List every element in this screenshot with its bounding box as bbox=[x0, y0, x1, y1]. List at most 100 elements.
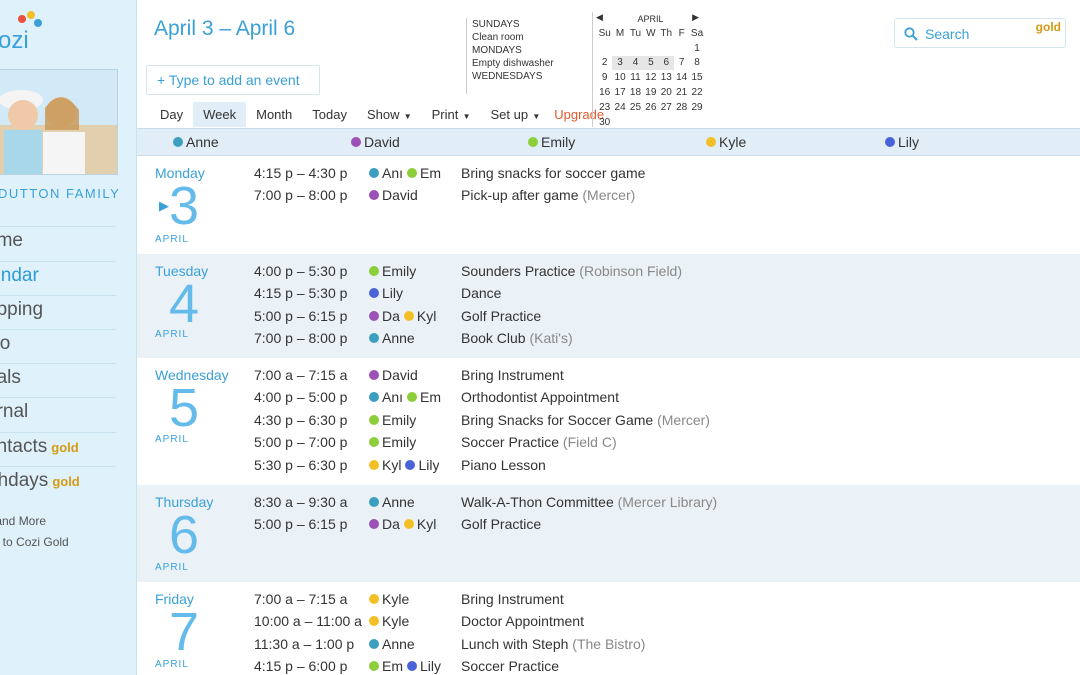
day-row: Friday 7 APRIL 7:00 a – 7:15 a Kyle Bring Ins… bbox=[137, 582, 1080, 675]
event-name: Dance bbox=[461, 285, 502, 302]
event-row[interactable]: 4:00 p – 5:00 p Anı Em Orthodontist Appoint… bbox=[137, 389, 1080, 411]
week-view-button[interactable]: Week bbox=[193, 101, 247, 127]
sidebar-nav-item[interactable]: opping bbox=[0, 295, 116, 329]
attendee-name: David bbox=[382, 367, 418, 383]
family-photo[interactable] bbox=[0, 69, 118, 175]
mini-calendar-day[interactable]: 8 bbox=[689, 56, 704, 71]
event-row[interactable]: 7:00 a – 7:15 a David Bring Instrument bbox=[137, 367, 1080, 389]
mini-calendar-day[interactable]: 27 bbox=[659, 100, 674, 115]
next-month-icon[interactable]: ▶ bbox=[692, 12, 699, 23]
sidebar-nav-item[interactable]: eals bbox=[0, 363, 116, 397]
event-row[interactable]: 4:00 p – 5:30 p Emily Sounders Practice (R… bbox=[137, 263, 1080, 285]
mini-calendar-day[interactable]: 11 bbox=[628, 70, 643, 85]
print-menu-label: Print bbox=[431, 106, 459, 122]
event-attendees: Kyl Lily bbox=[369, 457, 449, 473]
mini-calendar-day[interactable]: 13 bbox=[659, 70, 674, 85]
member-filter-bar: Anne David Emily Kyle Lily bbox=[137, 128, 1080, 156]
attendee-dot bbox=[403, 310, 414, 321]
mini-calendar-day[interactable]: 12 bbox=[643, 70, 658, 85]
search-label: Search bbox=[925, 26, 970, 42]
event-row[interactable]: 7:00 p – 8:00 p Anne Book Club (Kati's) bbox=[137, 330, 1080, 352]
sidebar-nav-item[interactable]: lendar bbox=[0, 261, 116, 295]
mini-calendar-day[interactable]: 2 bbox=[597, 56, 612, 71]
mini-calendar-day[interactable]: 16 bbox=[597, 85, 612, 100]
member-filter-lily[interactable]: Lily bbox=[885, 134, 919, 150]
mini-calendar-day[interactable]: 21 bbox=[674, 85, 689, 100]
mini-calendar-day[interactable]: 25 bbox=[628, 100, 643, 115]
attendee-name: Anne bbox=[382, 494, 415, 510]
sidebar-nav-item[interactable]: urnal bbox=[0, 397, 116, 431]
member-filter-kyle[interactable]: Kyle bbox=[706, 134, 746, 150]
mini-calendar-day[interactable]: 19 bbox=[643, 85, 658, 100]
attendee-name: Lily bbox=[420, 658, 442, 675]
mini-calendar-day[interactable]: 10 bbox=[612, 70, 627, 85]
mini-calendar-day[interactable]: 6 bbox=[658, 55, 674, 71]
gold-badge: gold bbox=[51, 440, 79, 455]
sidebar-nav-item[interactable]: ome bbox=[0, 226, 116, 260]
mini-calendar-day[interactable]: 14 bbox=[674, 70, 689, 85]
mini-calendar-day[interactable]: 18 bbox=[628, 85, 643, 100]
event-row[interactable]: 4:15 p – 4:30 p Anı Em Bring snacks for soc… bbox=[137, 165, 1080, 187]
event-title: Dance bbox=[461, 285, 501, 301]
mini-calendar-day[interactable]: 17 bbox=[612, 85, 627, 100]
chores-list: SUNDAYS Clean room MONDAYS Empty dishwasher… bbox=[466, 18, 586, 94]
event-row[interactable]: 5:00 p – 6:15 p Da Kyl Golf Practice bbox=[137, 308, 1080, 330]
mini-calendar-day[interactable]: 22 bbox=[689, 85, 704, 100]
attendee-dot bbox=[369, 190, 379, 201]
event-attendees: Anı Em bbox=[369, 165, 449, 181]
mini-calendar-day[interactable]: 1 bbox=[689, 41, 704, 56]
mini-calendar-day[interactable]: 15 bbox=[689, 70, 704, 85]
event-row[interactable]: 11:30 a – 1:00 p Anne Lunch with Steph (Th… bbox=[137, 636, 1080, 658]
mini-calendar-day[interactable]: 26 bbox=[643, 100, 658, 115]
event-row[interactable]: 8:30 a – 9:30 a Anne Walk-A-Thon Committee… bbox=[137, 494, 1080, 516]
sidebar-nav-label: Do bbox=[0, 333, 11, 354]
mini-calendar-day[interactable]: 3 bbox=[612, 55, 628, 71]
event-row[interactable]: 7:00 p – 8:00 p David Pick-up after game (… bbox=[137, 187, 1080, 209]
sidebar-nav-item[interactable]: rthdaysgold bbox=[0, 466, 116, 500]
event-location: (Mercer) bbox=[653, 411, 710, 428]
sidebar-link[interactable]: s and More bbox=[0, 514, 46, 528]
mini-calendar-day[interactable]: 20 bbox=[659, 85, 674, 100]
chore-item: Empty dishwasher bbox=[472, 58, 554, 69]
show-menu[interactable]: Show ▼ bbox=[357, 102, 422, 127]
sidebar-nav-label: ontacts bbox=[0, 436, 48, 457]
sidebar-nav-item[interactable]: Do bbox=[0, 329, 116, 363]
member-filter-emily[interactable]: Emily bbox=[528, 134, 575, 150]
event-time: 4:15 p – 6:00 p bbox=[254, 658, 348, 675]
cozi-logo[interactable]: ozi bbox=[0, 10, 60, 54]
mini-calendar-day[interactable]: 9 bbox=[597, 70, 612, 85]
sidebar-nav-item[interactable]: ontactsgold bbox=[0, 432, 116, 466]
member-filter-david[interactable]: David bbox=[351, 134, 400, 150]
event-time: 4:00 p – 5:00 p bbox=[254, 389, 348, 406]
event-row[interactable]: 4:15 p – 5:30 p Lily Dance bbox=[137, 285, 1080, 307]
mini-calendar: ◀ APRIL ▶ Su M Tu W Th F Sa 1 2 3 4 5 6 7 8 9 10 11 12 13 14… bbox=[592, 12, 707, 128]
attendee-dot bbox=[405, 459, 416, 470]
mini-calendar-day[interactable]: 5 bbox=[643, 55, 659, 71]
event-row[interactable]: 7:00 a – 7:15 a Kyle Bring Instrument bbox=[137, 591, 1080, 613]
mini-calendar-day[interactable]: 7 bbox=[674, 56, 689, 71]
attendee-dot bbox=[369, 616, 379, 627]
mini-calendar-day[interactable]: 4 bbox=[627, 55, 644, 71]
mini-calendar-day[interactable]: 29 bbox=[689, 100, 704, 115]
search-box[interactable]: Search gold bbox=[894, 18, 1066, 48]
event-row[interactable]: 5:30 p – 6:30 p Kyl Lily Piano Lesson bbox=[137, 457, 1080, 479]
event-row[interactable]: 4:15 p – 6:00 p Em Lily Soccer Practice bbox=[137, 658, 1080, 675]
event-attendees: David bbox=[369, 367, 449, 383]
sidebar-link[interactable]: de to Cozi Gold bbox=[0, 535, 69, 549]
mini-calendar-day[interactable]: 23 bbox=[597, 100, 612, 115]
event-row[interactable]: 4:30 p – 6:30 p Emily Bring Snacks for Soc… bbox=[137, 412, 1080, 434]
today-button[interactable]: Today bbox=[302, 102, 357, 127]
event-row[interactable]: 5:00 p – 7:00 p Emily Soccer Practice (Fie… bbox=[137, 434, 1080, 456]
day-view-button[interactable]: Day bbox=[150, 102, 193, 127]
mini-calendar-day[interactable]: 24 bbox=[612, 100, 627, 115]
mini-calendar-day[interactable]: 28 bbox=[674, 100, 689, 115]
member-filter-anne[interactable]: Anne bbox=[173, 134, 219, 150]
day-month: APRIL bbox=[155, 562, 189, 573]
add-event-input[interactable]: + Type to add an event bbox=[146, 65, 320, 95]
event-row[interactable]: 5:00 p – 6:15 p Da Kyl Golf Practice bbox=[137, 516, 1080, 538]
month-view-button[interactable]: Month bbox=[246, 102, 302, 127]
print-menu[interactable]: Print ▼ bbox=[422, 102, 481, 127]
setup-menu[interactable]: Set up ▼ bbox=[481, 102, 545, 127]
sidebar-nav-label: opping bbox=[0, 299, 44, 320]
event-row[interactable]: 10:00 a – 11:00 a Kyle Doctor Appointment bbox=[137, 613, 1080, 635]
